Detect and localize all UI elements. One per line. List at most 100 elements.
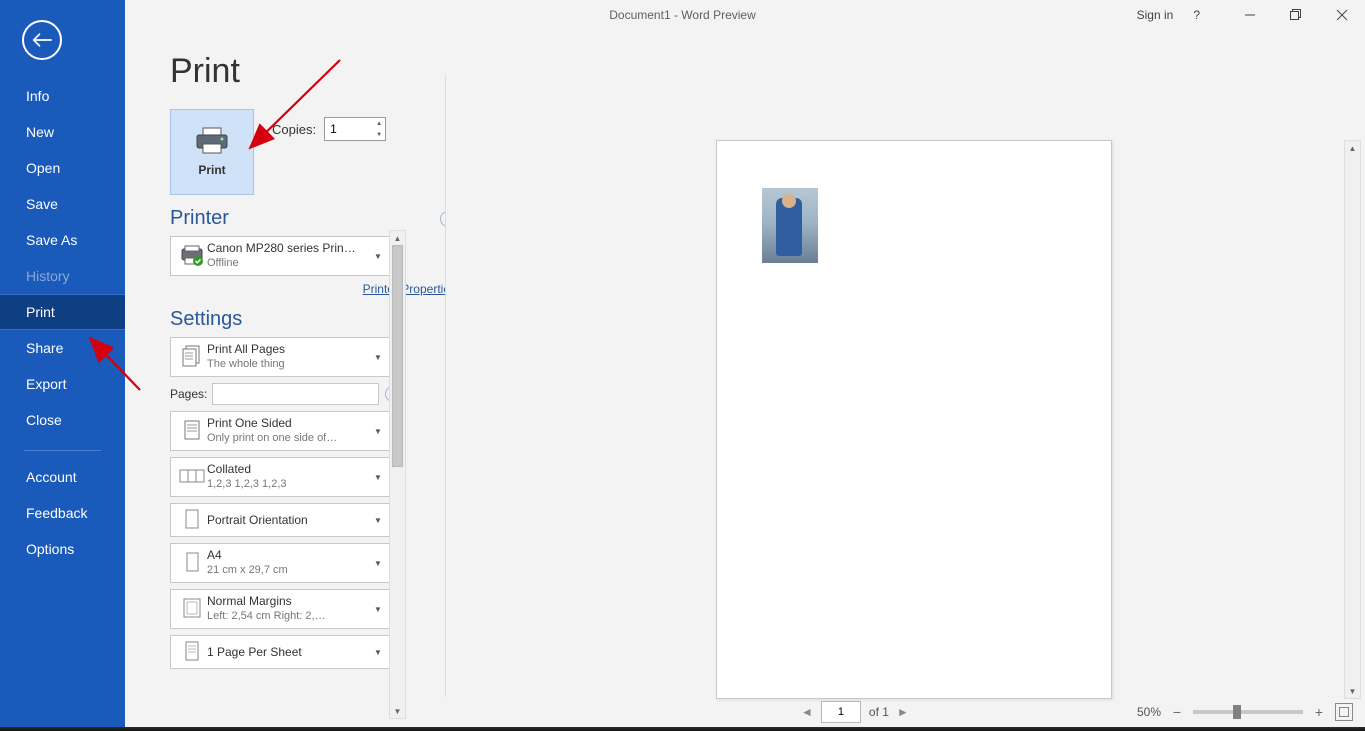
copies-label: Copies: xyxy=(272,122,316,137)
copies-group: Copies: ▲▼ xyxy=(272,117,386,141)
backstage-sidebar: Info New Open Save Save As History Print… xyxy=(0,0,125,727)
copies-down[interactable]: ▼ xyxy=(373,129,385,140)
sidebar-separator xyxy=(24,450,101,451)
print-range-label: Print All Pages xyxy=(207,342,371,357)
zoom-out-button[interactable]: − xyxy=(1169,704,1185,720)
sidebar-item-new[interactable]: New xyxy=(0,114,125,150)
collate-sub: 1,2,3 1,2,3 1,2,3 xyxy=(207,477,371,492)
sided-sub: Only print on one side of… xyxy=(207,431,371,446)
page-title: Print xyxy=(170,52,460,91)
sign-in-link[interactable]: Sign in xyxy=(1137,8,1174,22)
margins-icon xyxy=(177,597,207,621)
scroll-down-icon[interactable]: ▼ xyxy=(390,704,405,718)
sidebar-item-save[interactable]: Save xyxy=(0,186,125,222)
taskbar-strip xyxy=(0,727,1365,731)
preview-footer: ◄ of 1 ► 50% − + xyxy=(446,697,1365,727)
pages-per-sheet-dropdown[interactable]: 1 Page Per Sheet ▼ xyxy=(170,635,392,669)
next-page-button[interactable]: ► xyxy=(897,705,909,719)
dropdown-arrow-icon: ▼ xyxy=(371,427,385,436)
minimize-button[interactable] xyxy=(1227,0,1273,30)
window-controls xyxy=(1227,0,1365,30)
collate-label: Collated xyxy=(207,462,371,477)
sidebar-item-close[interactable]: Close xyxy=(0,402,125,438)
sidebar-item-export[interactable]: Export xyxy=(0,366,125,402)
printer-status-icon xyxy=(177,245,207,267)
printer-icon xyxy=(195,127,229,155)
pages-stack-icon xyxy=(177,345,207,369)
dropdown-arrow-icon: ▼ xyxy=(371,353,385,362)
margins-dropdown[interactable]: Normal MarginsLeft: 2,54 cm Right: 2,… ▼ xyxy=(170,589,392,629)
scroll-up-icon[interactable]: ▲ xyxy=(390,231,405,245)
account-area: Sign in ? xyxy=(1137,0,1200,30)
paper-label: A4 xyxy=(207,548,371,563)
sided-dropdown[interactable]: Print One SidedOnly print on one side of… xyxy=(170,411,392,451)
pages-label: Pages: xyxy=(170,387,206,401)
zoom-in-button[interactable]: + xyxy=(1311,704,1327,720)
copies-spinner[interactable]: ▲▼ xyxy=(324,117,386,141)
zoom-to-page-button[interactable] xyxy=(1335,703,1353,721)
dropdown-arrow-icon: ▼ xyxy=(371,648,385,657)
title-bar: Document1 - Word Preview Sign in ? xyxy=(0,0,1365,30)
help-button[interactable]: ? xyxy=(1193,8,1200,22)
pages-input[interactable] xyxy=(212,383,379,405)
margins-sub: Left: 2,54 cm Right: 2,… xyxy=(207,609,371,624)
preview-scrollbar[interactable]: ▲ ▼ xyxy=(1344,140,1361,699)
prev-page-button[interactable]: ◄ xyxy=(801,705,813,719)
dropdown-arrow-icon: ▼ xyxy=(371,252,385,261)
zoom-percent[interactable]: 50% xyxy=(1137,705,1161,719)
scroll-down-icon[interactable]: ▼ xyxy=(1345,684,1360,698)
page-navigator: ◄ of 1 ► xyxy=(801,701,909,723)
back-arrow-icon xyxy=(32,32,52,48)
collate-dropdown[interactable]: Collated1,2,3 1,2,3 1,2,3 ▼ xyxy=(170,457,392,497)
restore-button[interactable] xyxy=(1273,0,1319,30)
printer-status: Offline xyxy=(207,256,371,271)
preview-content-image xyxy=(762,188,818,263)
settings-scrollbar[interactable]: ▲ ▼ xyxy=(389,230,406,719)
printer-name: Canon MP280 series Prin… xyxy=(207,241,371,256)
zoom-slider-handle[interactable] xyxy=(1233,705,1241,719)
dropdown-arrow-icon: ▼ xyxy=(371,516,385,525)
copies-input[interactable] xyxy=(326,119,379,139)
sided-label: Print One Sided xyxy=(207,416,371,431)
zoom-controls: 50% − + xyxy=(1137,703,1353,721)
copies-up[interactable]: ▲ xyxy=(373,118,385,129)
one-sided-icon xyxy=(177,419,207,443)
sidebar-item-saveas[interactable]: Save As xyxy=(0,222,125,258)
printer-dropdown[interactable]: Canon MP280 series Prin… Offline ▼ xyxy=(170,236,392,276)
paper-size-dropdown[interactable]: A421 cm x 29,7 cm ▼ xyxy=(170,543,392,583)
print-button[interactable]: Print xyxy=(170,109,254,195)
sidebar-item-options[interactable]: Options xyxy=(0,531,125,567)
back-button[interactable] xyxy=(22,20,62,60)
dropdown-arrow-icon: ▼ xyxy=(371,473,385,482)
zoom-slider[interactable] xyxy=(1193,710,1303,714)
scroll-up-icon[interactable]: ▲ xyxy=(1345,141,1360,155)
paper-sub: 21 cm x 29,7 cm xyxy=(207,563,371,578)
current-page-input[interactable] xyxy=(821,701,861,723)
sidebar-item-info[interactable]: Info xyxy=(0,78,125,114)
sidebar-item-feedback[interactable]: Feedback xyxy=(0,495,125,531)
sidebar-item-open[interactable]: Open xyxy=(0,150,125,186)
page-count-label: of 1 xyxy=(869,705,889,719)
orientation-label: Portrait Orientation xyxy=(207,513,371,528)
close-button[interactable] xyxy=(1319,0,1365,30)
sidebar-item-share[interactable]: Share xyxy=(0,330,125,366)
collated-icon xyxy=(177,466,207,488)
print-preview-pane: ▲ ▼ ◄ of 1 ► 50% − + xyxy=(446,30,1365,727)
print-range-dropdown[interactable]: Print All PagesThe whole thing ▼ xyxy=(170,337,392,377)
orientation-dropdown[interactable]: Portrait Orientation ▼ xyxy=(170,503,392,537)
print-range-sub: The whole thing xyxy=(207,357,371,372)
settings-section-title: Settings xyxy=(170,308,242,331)
preview-page xyxy=(716,140,1112,699)
per-sheet-icon xyxy=(177,640,207,664)
paper-icon xyxy=(177,551,207,575)
margins-label: Normal Margins xyxy=(207,594,371,609)
sidebar-item-print[interactable]: Print xyxy=(0,294,125,330)
per-sheet-label: 1 Page Per Sheet xyxy=(207,645,371,660)
backstage-main: Print Print Copies: ▲▼ Printer xyxy=(125,30,1365,727)
scroll-thumb[interactable] xyxy=(392,245,403,467)
portrait-icon xyxy=(177,508,207,532)
sidebar-item-account[interactable]: Account xyxy=(0,459,125,495)
sidebar-item-history: History xyxy=(0,258,125,294)
printer-properties-link[interactable]: Printer Properties xyxy=(363,282,456,296)
print-button-label: Print xyxy=(198,163,225,177)
